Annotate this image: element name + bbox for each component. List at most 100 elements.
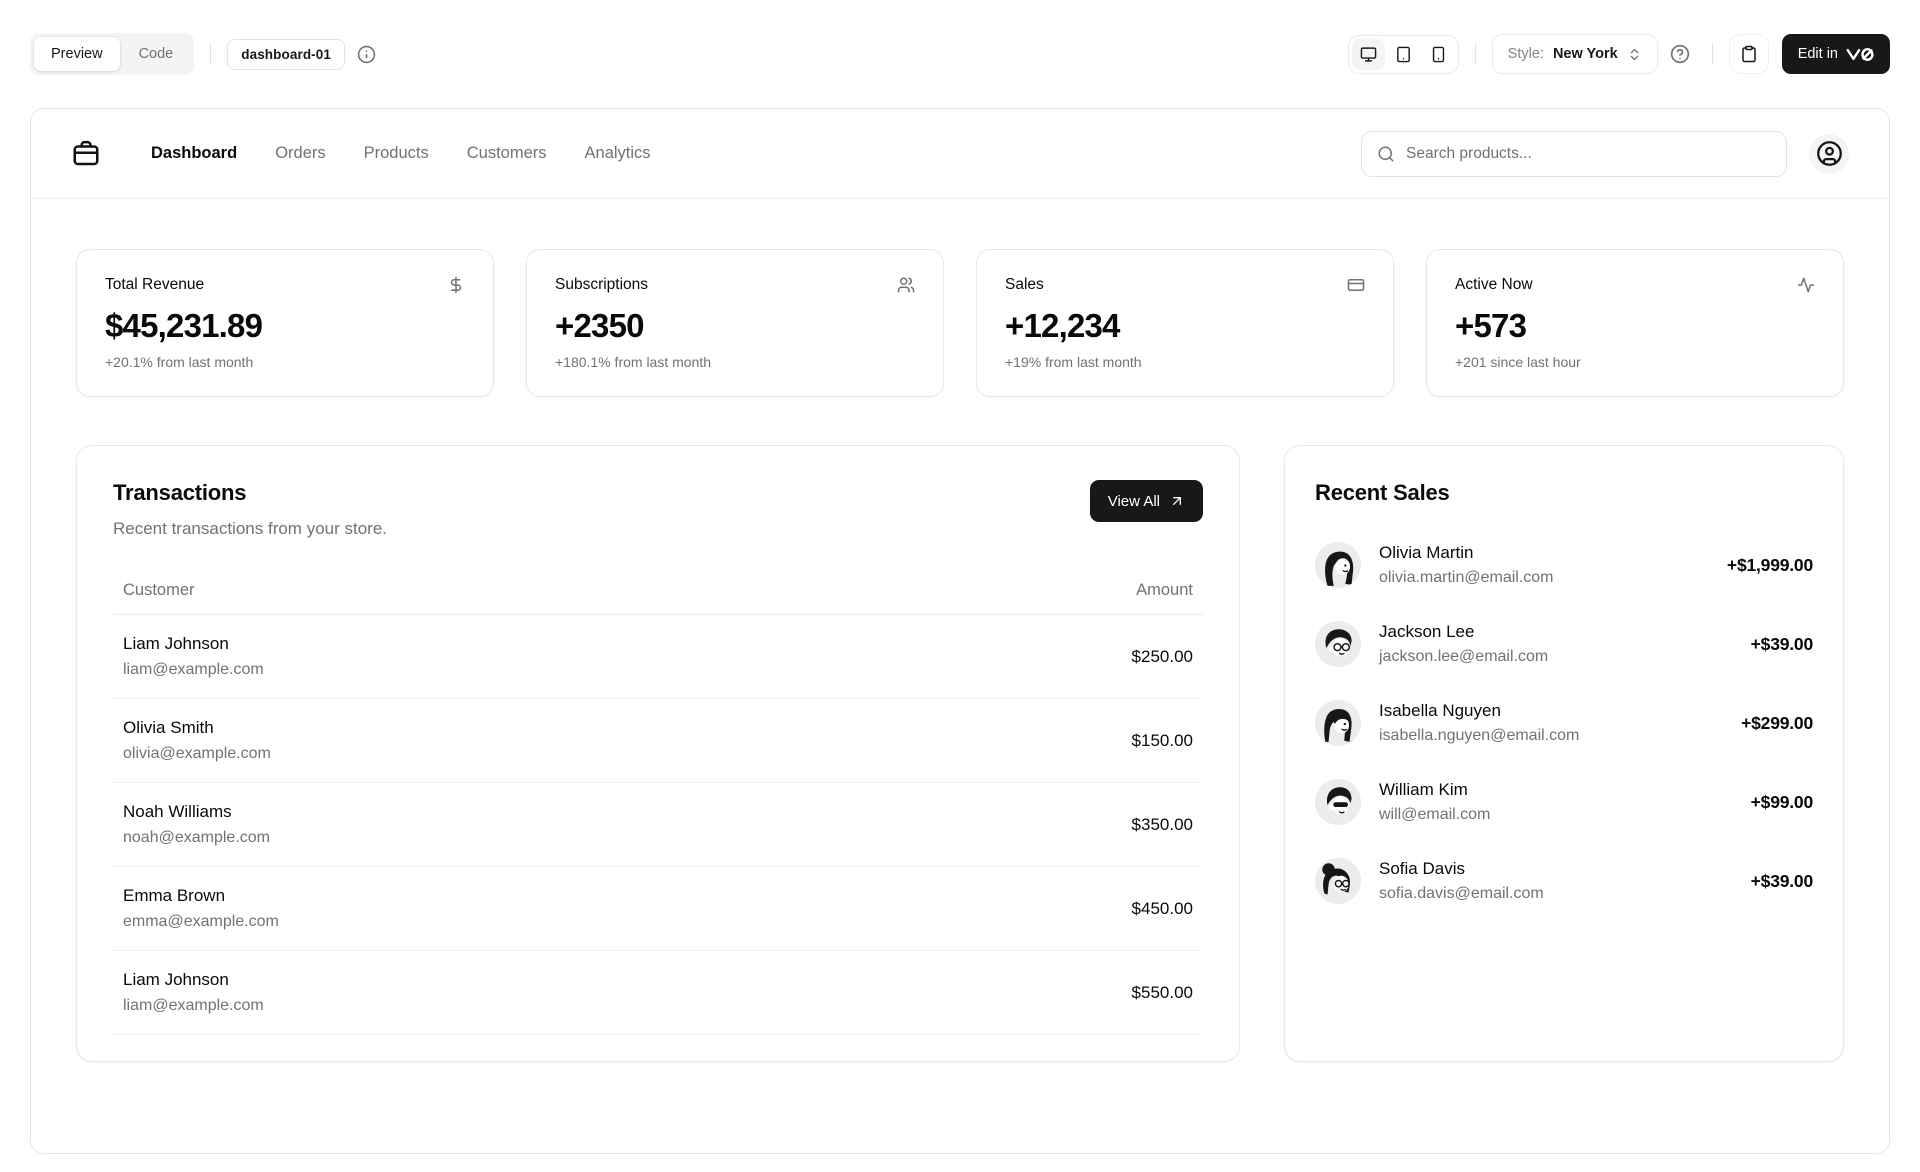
edit-in-v0-button[interactable]: Edit in [1782,34,1890,74]
customer-name: Olivia Smith [123,718,271,738]
list-item: Jackson Lee jackson.lee@email.com +$39.0… [1315,621,1813,667]
stat-title: Subscriptions [555,276,648,294]
transaction-amount: $250.00 [1132,647,1193,667]
customer-name: Noah Williams [123,802,270,822]
recent-sales-list: Olivia Martin olivia.martin@email.com +$… [1315,542,1813,904]
list-item: William Kim will@email.com +$99.00 [1315,779,1813,825]
stat-value: +12,234 [1005,307,1365,345]
tablet-icon [1395,46,1412,63]
stat-card-sales: Sales +12,234 +19% from last month [976,249,1394,397]
stat-title: Active Now [1455,276,1533,294]
transactions-table: Customer Amount Liam Johnson liam@example… [113,571,1203,1035]
customer-name: Liam Johnson [123,970,264,990]
stat-change: +20.1% from last month [105,354,465,370]
circle-user-icon [1816,140,1843,167]
sale-customer-name: Jackson Lee [1379,622,1733,642]
sale-amount: +$39.00 [1751,871,1813,892]
clipboard-icon [1740,45,1758,63]
mobile-toggle-button[interactable] [1422,39,1455,70]
table-header-row: Customer Amount [113,571,1203,615]
main-nav: Dashboard Orders Products Customers Anal… [151,144,651,163]
stat-value: +573 [1455,307,1815,345]
transactions-card: Transactions Recent transactions from yo… [76,445,1240,1062]
store-header: Dashboard Orders Products Customers Anal… [31,109,1889,199]
info-icon [357,45,376,64]
stat-title: Total Revenue [105,276,204,294]
sale-customer-email: will@email.com [1379,806,1733,824]
sale-customer-email: jackson.lee@email.com [1379,648,1733,666]
toolbar-divider [1475,43,1476,65]
view-all-label: View All [1108,493,1160,510]
customer-email: liam@example.com [123,661,264,679]
dashboard-content: Total Revenue $45,231.89 +20.1% from las… [31,199,1889,1112]
avatar [1315,621,1361,667]
transaction-amount: $450.00 [1132,899,1193,919]
table-row: Liam Johnsonliam@example.com $550.00 [113,951,1203,1035]
credit-card-icon [1347,276,1365,294]
smartphone-icon [1430,46,1447,63]
sale-customer-email: olivia.martin@email.com [1379,569,1709,587]
block-name-badge: dashboard-01 [227,39,345,70]
list-item: Sofia Davis sofia.davis@email.com +$39.0… [1315,858,1813,904]
stats-row: Total Revenue $45,231.89 +20.1% from las… [76,249,1844,397]
copy-code-button[interactable] [1729,34,1769,74]
customer-email: emma@example.com [123,913,279,931]
nav-orders[interactable]: Orders [275,144,325,163]
nav-products[interactable]: Products [364,144,429,163]
sale-amount: +$99.00 [1751,792,1813,813]
edit-in-v0-label: Edit in [1798,46,1838,62]
table-row: Emma Brown emma@example.com $450.00 [113,867,1203,951]
sale-customer-email: sofia.davis@email.com [1379,885,1733,903]
table-row: Noah Williamsnoah@example.com $350.00 [113,783,1203,867]
block-info-button[interactable] [351,39,382,70]
style-help-button[interactable] [1664,38,1696,70]
transactions-title: Transactions [113,480,387,506]
stat-card-active-now: Active Now +573 +201 since last hour [1426,249,1844,397]
sale-customer-name: Isabella Nguyen [1379,701,1723,721]
list-item: Olivia Martin olivia.martin@email.com +$… [1315,542,1813,588]
recent-sales-title: Recent Sales [1315,480,1813,506]
sale-amount: +$1,999.00 [1727,555,1813,576]
customer-email: olivia@example.com [123,745,271,763]
stat-title: Sales [1005,276,1044,294]
style-select-value: New York [1553,46,1618,62]
store-logo-icon [71,139,101,169]
avatar [1315,779,1361,825]
sale-amount: +$299.00 [1741,713,1813,734]
user-menu-button[interactable] [1809,134,1849,174]
desktop-toggle-button[interactable] [1352,39,1385,70]
toolbar-divider [210,43,211,65]
nav-customers[interactable]: Customers [467,144,547,163]
monitor-icon [1360,46,1377,63]
stat-card-total-revenue: Total Revenue $45,231.89 +20.1% from las… [76,249,494,397]
stat-change: +180.1% from last month [555,354,915,370]
customer-email: noah@example.com [123,829,270,847]
tab-code[interactable]: Code [122,37,191,71]
transactions-subtitle: Recent transactions from your store. [113,519,387,539]
toolbar-divider [1712,43,1713,65]
sale-customer-name: Sofia Davis [1379,859,1733,879]
column-amount: Amount [1136,581,1193,600]
stat-change: +201 since last hour [1455,354,1815,370]
avatar [1315,542,1361,588]
transaction-amount: $150.00 [1132,731,1193,751]
tab-preview[interactable]: Preview [34,37,120,71]
avatar [1315,700,1361,746]
sale-customer-name: Olivia Martin [1379,543,1709,563]
table-row: Liam Johnson liam@example.com $250.00 [113,615,1203,699]
v0-logo-icon [1846,47,1874,62]
search-input[interactable] [1406,145,1771,163]
table-row: Olivia Smith olivia@example.com $150.00 [113,699,1203,783]
tablet-toggle-button[interactable] [1387,39,1420,70]
customer-name: Emma Brown [123,886,279,906]
nav-analytics[interactable]: Analytics [585,144,651,163]
style-select[interactable]: Style: New York [1492,34,1658,74]
chevrons-up-down-icon [1627,47,1642,62]
style-select-label: Style: [1508,46,1544,62]
stat-card-subscriptions: Subscriptions +2350 +180.1% from last mo… [526,249,944,397]
view-mode-tabs: Preview Code [30,33,194,75]
customer-name: Liam Johnson [123,634,264,654]
customer-email: liam@example.com [123,997,264,1015]
nav-dashboard[interactable]: Dashboard [151,144,237,163]
view-all-button[interactable]: View All [1090,480,1203,522]
